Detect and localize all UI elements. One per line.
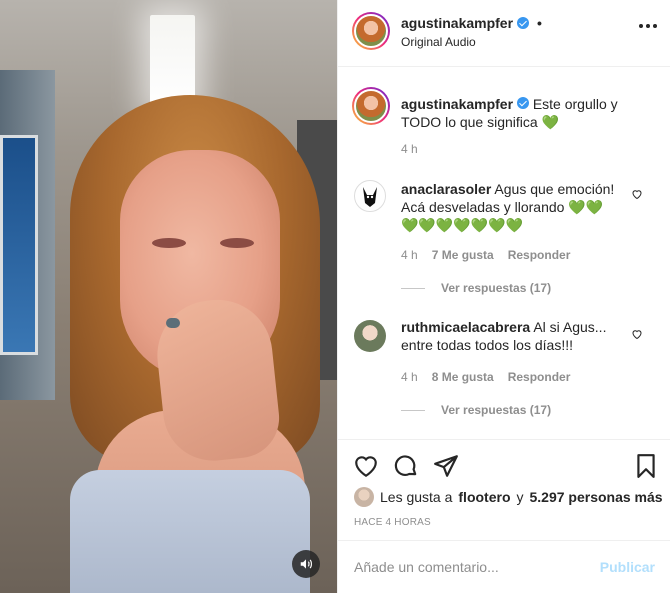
view-replies-button[interactable]: Ver respuestas (17) (401, 403, 551, 417)
share-paper-plane-icon[interactable] (433, 453, 459, 479)
caption-time: 4 h (401, 142, 418, 156)
likes-prefix: Les gusta a (380, 489, 453, 505)
comment-input[interactable] (354, 556, 594, 578)
comment-composer: Publicar (338, 540, 670, 593)
comment-username[interactable]: ruthmicaelacabrera (401, 319, 530, 335)
comment-meta: 4 h 8 Me gusta Responder (401, 370, 570, 384)
author-name-row: agustinakampfer • (401, 15, 542, 31)
comment-username[interactable]: anaclarasoler (401, 181, 491, 197)
view-replies-button[interactable]: Ver respuestas (17) (401, 281, 551, 295)
comment-avatar[interactable] (354, 320, 386, 352)
comment-meta: 4 h 7 Me gusta Responder (401, 248, 570, 262)
publish-button[interactable]: Publicar (600, 559, 655, 575)
comment-time: 4 h (401, 370, 418, 384)
caption-username[interactable]: agustinakampfer (401, 96, 513, 112)
sound-toggle-button[interactable] (292, 550, 320, 578)
comment-likes[interactable]: 7 Me gusta (432, 248, 494, 262)
comment-avatar[interactable] (354, 180, 386, 212)
more-options-icon[interactable] (639, 24, 657, 30)
like-heart-icon[interactable] (353, 453, 379, 479)
author-username[interactable]: agustinakampfer (401, 15, 513, 31)
liker-avatar[interactable] (354, 487, 374, 507)
view-replies-label: Ver respuestas (17) (441, 403, 552, 417)
caption: agustinakampfer Este orgullo y TODO lo q… (401, 95, 641, 131)
likes-summary: Les gusta a flootero y 5.297 personas má… (354, 487, 663, 507)
liker-username[interactable]: flootero (458, 489, 510, 505)
post-video[interactable] (0, 0, 337, 593)
replies-divider (401, 409, 425, 411)
verified-badge-icon (516, 97, 529, 109)
caption-avatar[interactable] (352, 87, 390, 125)
comment-icon[interactable] (393, 453, 419, 479)
comment-likes[interactable]: 8 Me gusta (432, 370, 494, 384)
separator-dot: • (537, 15, 542, 31)
comment-body: anaclarasoler Agus que emoción! Acá desv… (401, 180, 631, 234)
likes-count[interactable]: 5.297 personas más (530, 489, 663, 505)
green-hearts-emoji-row: 💚💚💚💚💚💚💚 (401, 217, 524, 233)
speaker-icon (300, 559, 312, 569)
green-heart-emoji: 💚💚 (568, 199, 604, 215)
dog-avatar-icon (363, 187, 377, 207)
background-window (0, 135, 38, 355)
like-comment-heart-icon[interactable] (631, 328, 643, 340)
reply-button[interactable]: Responder (508, 370, 571, 384)
save-bookmark-icon[interactable] (633, 453, 659, 479)
comment-time: 4 h (401, 248, 418, 262)
person-eye-left (152, 238, 186, 248)
post-timestamp[interactable]: HACE 4 HORAS (354, 517, 431, 528)
comment-body: ruthmicaelacabrera Al si Agus... entre t… (401, 318, 631, 354)
reply-button[interactable]: Responder (508, 248, 571, 262)
author-avatar[interactable] (352, 12, 390, 50)
comments-list: agustinakampfer Este orgullo y TODO lo q… (338, 68, 670, 438)
person-nail (166, 318, 180, 328)
verified-badge-icon (517, 17, 530, 29)
like-comment-heart-icon[interactable] (631, 188, 643, 200)
view-replies-label: Ver respuestas (17) (441, 281, 552, 295)
green-heart-emoji: 💚 (541, 114, 560, 130)
post-side-panel: agustinakampfer • Original Audio agustin… (337, 0, 670, 593)
likes-conjunction: y (516, 489, 524, 505)
replies-divider (401, 287, 425, 289)
person-eye-right (220, 238, 254, 248)
original-audio-link[interactable]: Original Audio (401, 35, 476, 49)
post-header: agustinakampfer • Original Audio (338, 0, 670, 67)
person-top (70, 470, 310, 593)
